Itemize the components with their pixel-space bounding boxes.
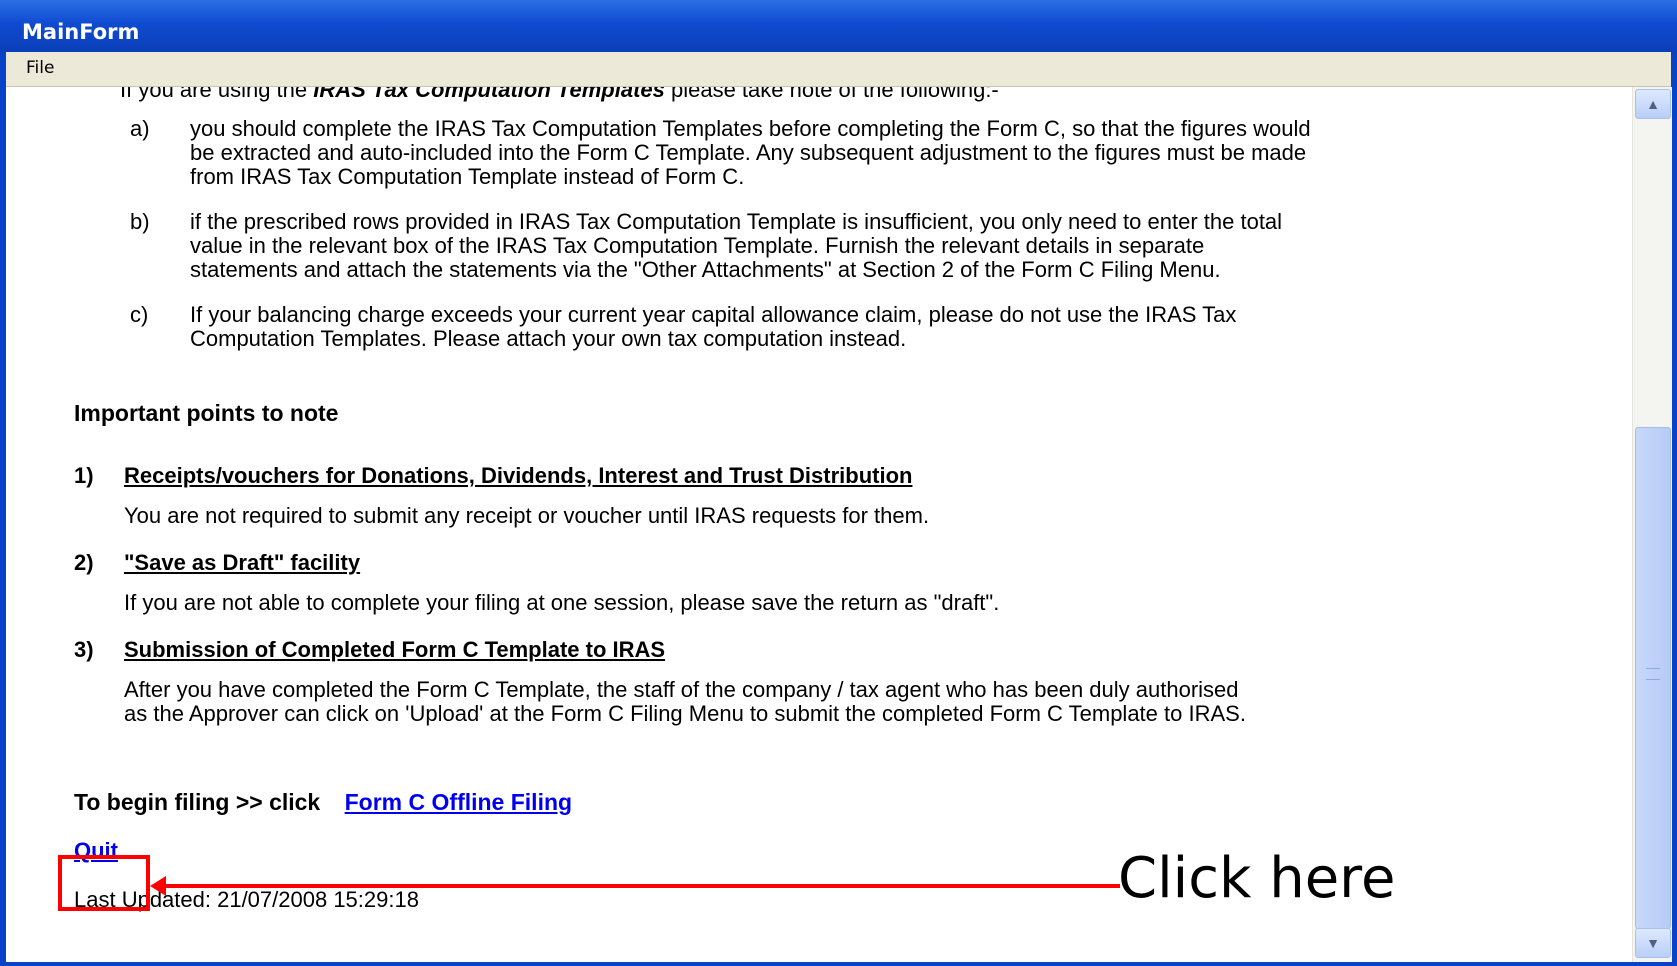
point-title: Receipts/vouchers for Donations, Dividen… <box>124 463 913 488</box>
note-marker: c) <box>130 302 149 327</box>
note-line: if the prescribed rows provided in IRAS … <box>190 209 1283 234</box>
annotation-highlight-box <box>58 855 150 911</box>
main-window: MainForm File If you are using the IRAS … <box>0 0 1677 966</box>
note-line: you should complete the IRAS Tax Computa… <box>190 116 1311 141</box>
note-line: If your balancing charge exceeds your cu… <box>190 302 1237 327</box>
intro-line: If you are using the IRAS Tax Computatio… <box>120 87 999 102</box>
point-text: After you have completed the Form C Temp… <box>124 677 1239 702</box>
window-title: MainForm <box>22 20 140 44</box>
scroll-up-button[interactable]: ▲ <box>1635 89 1671 119</box>
important-heading: Important points to note <box>74 400 339 426</box>
form-c-offline-filing-link[interactable]: Form C Offline Filing <box>345 789 572 815</box>
scroll-down-button[interactable]: ▼ <box>1635 928 1671 958</box>
point-text: as the Approver can click on 'Upload' at… <box>124 701 1246 726</box>
scroll-thumb[interactable] <box>1635 427 1671 929</box>
point-number: 1) <box>74 463 94 488</box>
point-text: If you are not able to complete your fil… <box>124 590 1000 615</box>
intro-pre: If you are using the <box>120 87 314 102</box>
intro-post: please take note of the following:- <box>664 87 999 102</box>
begin-filing-prefix: To begin filing >> click <box>74 789 321 815</box>
point-text: You are not required to submit any recei… <box>124 503 930 528</box>
point-number: 2) <box>74 550 94 575</box>
menu-file[interactable]: File <box>26 58 54 78</box>
intro-emphasis: IRAS Tax Computation Templates <box>313 87 665 102</box>
window-frame-bottom <box>0 962 1677 966</box>
note-line: value in the relevant box of the IRAS Ta… <box>190 233 1205 258</box>
annotation-arrow-line <box>162 884 1120 888</box>
note-marker: a) <box>130 116 150 141</box>
content-area: If you are using the IRAS Tax Computatio… <box>6 87 1632 962</box>
point-title: Submission of Completed Form C Template … <box>124 637 666 662</box>
note-line: statements and attach the statements via… <box>190 257 1221 282</box>
scroll-thumb-grip-icon <box>1646 668 1660 680</box>
note-marker: b) <box>130 209 150 234</box>
vertical-scrollbar[interactable]: ▲ ▼ <box>1632 87 1672 962</box>
menu-bar: File <box>6 52 1671 87</box>
note-line: be extracted and auto-included into the … <box>190 140 1307 165</box>
point-title: "Save as Draft" facility <box>124 550 361 575</box>
note-line: from IRAS Tax Computation Template inste… <box>190 164 745 189</box>
title-bar[interactable]: MainForm <box>0 0 1677 52</box>
note-line: Computation Templates. Please attach you… <box>190 326 907 351</box>
point-number: 3) <box>74 637 94 662</box>
begin-filing-text: To begin filing >> click Form C Offline … <box>74 790 572 815</box>
annotation-label: Click here <box>1118 846 1396 911</box>
